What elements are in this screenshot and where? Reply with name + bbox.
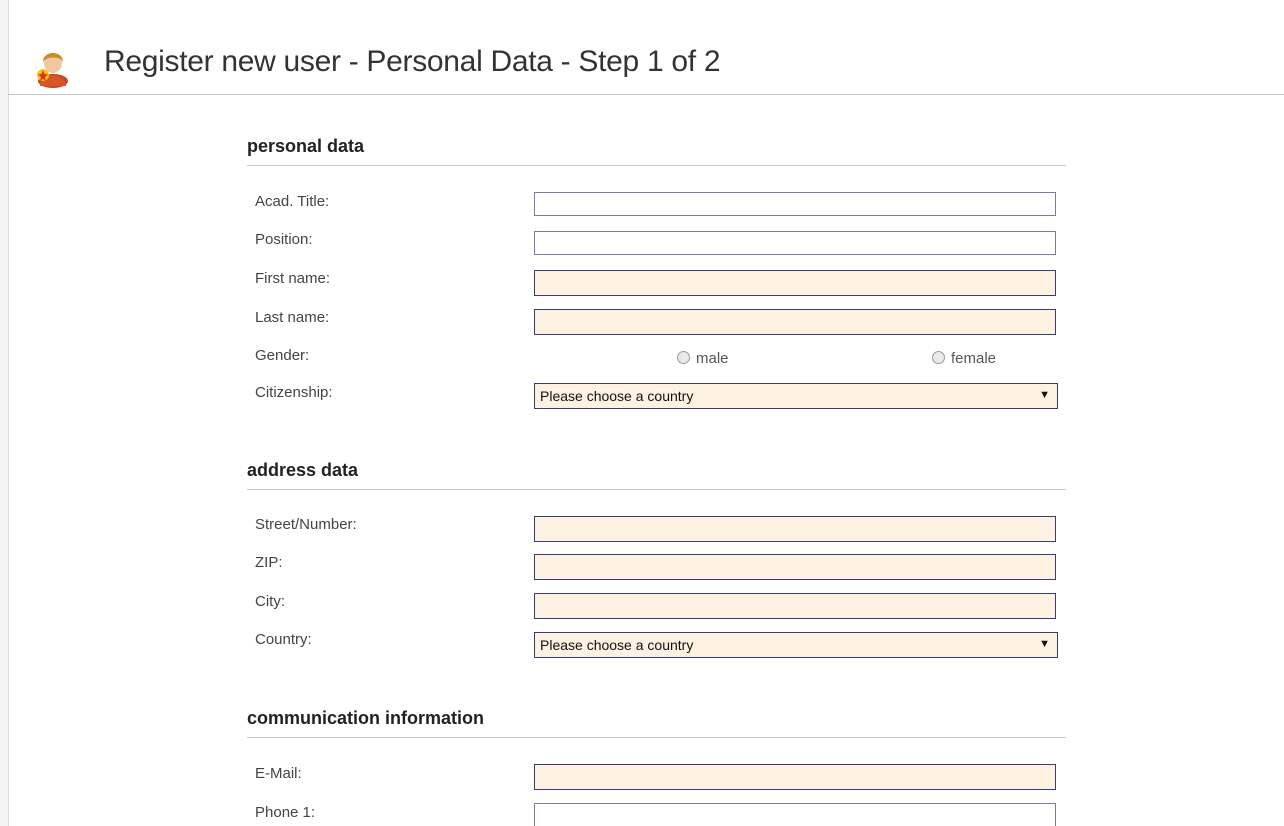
phone1-label: Phone 1: — [255, 804, 316, 821]
country-selected-value: Please choose a country — [540, 637, 694, 653]
gender-label: Gender: — [255, 347, 310, 364]
radio-female[interactable] — [932, 351, 945, 364]
street-input[interactable] — [534, 516, 1056, 542]
section-title-address-data: address data — [247, 460, 1066, 490]
country-select[interactable]: Please choose a country ▼ — [534, 632, 1058, 658]
phone1-input[interactable] — [534, 803, 1056, 826]
gender-female-option[interactable]: female — [932, 350, 996, 372]
email-label: E-Mail: — [255, 765, 302, 782]
last-name-label: Last name: — [255, 309, 330, 326]
acad-title-input[interactable] — [534, 192, 1056, 216]
section-title-communication: communication information — [247, 708, 1066, 738]
city-label: City: — [255, 593, 285, 610]
city-input[interactable] — [534, 593, 1056, 619]
left-border — [0, 0, 9, 826]
gender-female-label: female — [951, 350, 997, 367]
dropdown-arrow-icon: ▼ — [1039, 638, 1050, 650]
position-label: Position: — [255, 231, 313, 248]
section-title-personal-data: personal data — [247, 136, 1066, 166]
first-name-label: First name: — [255, 270, 331, 287]
citizenship-select[interactable]: Please choose a country ▼ — [534, 383, 1058, 409]
last-name-input[interactable] — [534, 309, 1056, 335]
zip-input[interactable] — [534, 554, 1056, 580]
email-input[interactable] — [534, 764, 1056, 790]
position-input[interactable] — [534, 231, 1056, 255]
country-label: Country: — [255, 631, 312, 648]
citizenship-selected-value: Please choose a country — [540, 388, 694, 404]
dropdown-arrow-icon: ▼ — [1039, 389, 1050, 401]
acad-title-label: Acad. Title: — [255, 193, 330, 210]
gender-male-label: male — [696, 350, 729, 367]
first-name-input[interactable] — [534, 270, 1056, 296]
radio-male[interactable] — [677, 351, 690, 364]
page-header: Register new user - Personal Data - Step… — [8, 0, 1284, 95]
page-title: Register new user - Personal Data - Step… — [104, 45, 721, 78]
zip-label: ZIP: — [255, 554, 283, 571]
street-label: Street/Number: — [255, 516, 357, 533]
citizenship-label: Citizenship: — [255, 384, 333, 401]
user-registration-icon — [37, 53, 68, 88]
gender-male-option[interactable]: male — [677, 350, 729, 372]
